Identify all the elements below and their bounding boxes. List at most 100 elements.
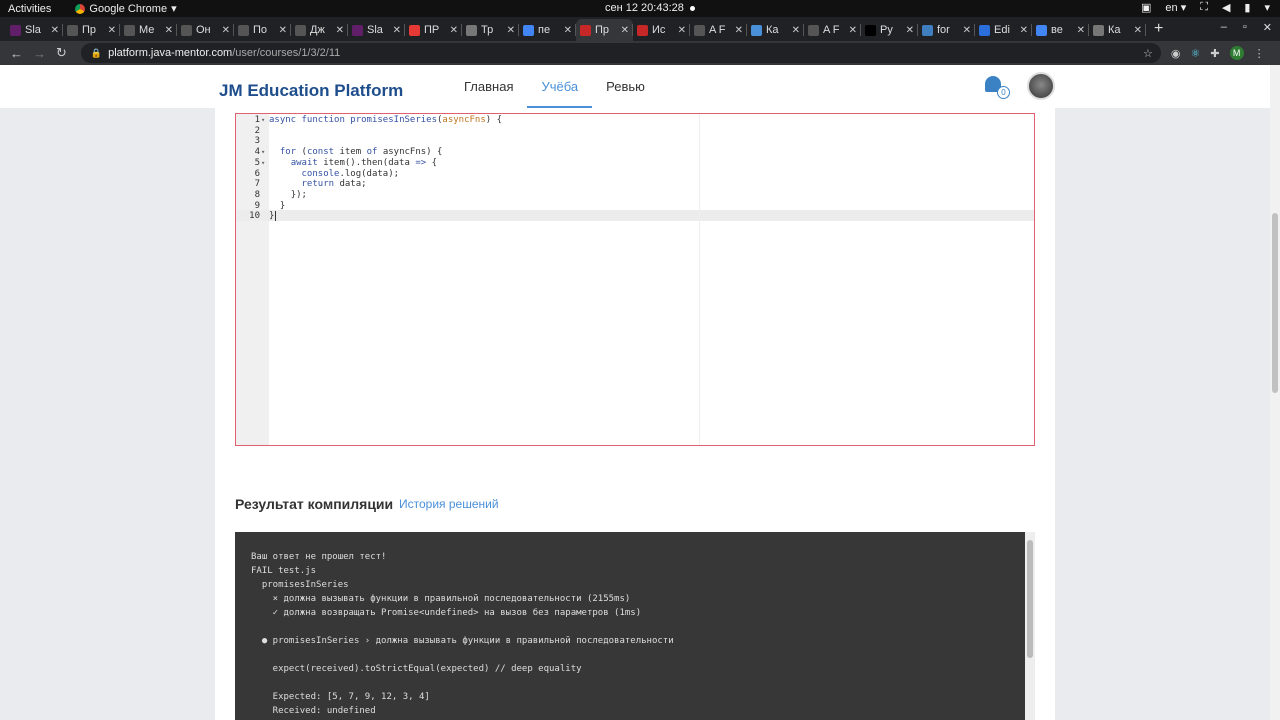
puzzle-extensions-icon[interactable]: ✚ <box>1210 47 1219 60</box>
code-token: async <box>269 115 297 125</box>
browser-tab[interactable]: Edi ✕ <box>975 19 1032 41</box>
reload-icon[interactable]: ↻ <box>56 45 67 61</box>
fold-toggle-icon[interactable]: ▾ <box>261 115 269 126</box>
volume-icon: ◀ <box>1221 2 1231 14</box>
editor-code[interactable]: 1 ▾ async function promisesInSeries(asyncF… <box>236 115 502 222</box>
browser-tab[interactable]: пе ✕ <box>519 19 576 41</box>
close-tab-icon[interactable]: ✕ <box>165 25 173 36</box>
browser-tab[interactable]: Тр ✕ <box>462 19 519 41</box>
language-selector[interactable]: en ▾ <box>1165 1 1186 14</box>
react-devtools-icon[interactable]: ⚛ <box>1191 47 1201 60</box>
fold-toggle-icon[interactable]: ▾ <box>261 158 269 169</box>
close-tab-icon[interactable]: ✕ <box>621 25 629 36</box>
clock[interactable]: сен 12 20:43:28 <box>605 2 695 14</box>
restore-icon[interactable]: ▫ <box>1243 21 1247 34</box>
tab-title: Ка <box>766 24 779 36</box>
close-tab-icon[interactable]: ✕ <box>906 25 914 36</box>
fold-toggle-icon[interactable]: ▾ <box>261 147 269 158</box>
site-logo[interactable]: JM Education Platform <box>219 81 403 101</box>
browser-tab[interactable]: Он ✕ <box>177 19 234 41</box>
tab-favicon-icon <box>466 24 477 36</box>
code-line: 3 <box>236 136 502 147</box>
code-editor[interactable]: 1 ▾ async function promisesInSeries(asyncF… <box>235 113 1035 446</box>
code-line: 7 return data; <box>236 179 502 190</box>
code-token: asyncFns) { <box>377 147 443 158</box>
drive-icon: ▣ <box>1141 2 1152 14</box>
browser-tab[interactable]: Дж ✕ <box>291 19 348 41</box>
notifications-button[interactable]: 0 <box>985 76 1010 99</box>
tab-favicon-icon <box>979 24 990 36</box>
system-tray[interactable]: ▣ en ▾ ⛶ ◀ ▮ ▾ <box>1141 1 1270 14</box>
main-nav: Главная Учёба Ревью <box>450 65 659 108</box>
browser-tab[interactable]: Ка ✕ <box>1089 19 1146 41</box>
close-tab-icon[interactable]: ✕ <box>1020 25 1028 36</box>
close-tab-icon[interactable]: ✕ <box>336 25 344 36</box>
close-tab-icon[interactable]: ✕ <box>1077 25 1085 36</box>
profile-avatar[interactable]: M <box>1229 46 1244 60</box>
browser-tab[interactable]: Ру ✕ <box>861 19 918 41</box>
browser-tab[interactable]: Ис ✕ <box>633 19 690 41</box>
browser-toolbar: ← → ↻ 🔒 platform.java-mentor.com /user/c… <box>0 41 1280 65</box>
activities-button[interactable]: Activities <box>8 3 51 15</box>
extension-icon[interactable]: ◉ <box>1171 47 1181 60</box>
close-tab-icon[interactable]: ✕ <box>222 25 230 36</box>
page-scrollbar[interactable] <box>1270 65 1280 720</box>
browser-tab[interactable]: Пр ✕ <box>63 19 120 41</box>
fold-toggle-icon <box>261 190 269 201</box>
browser-tab[interactable]: ПР ✕ <box>405 19 462 41</box>
browser-tab[interactable]: for ✕ <box>918 19 975 41</box>
code-token: await <box>290 157 318 168</box>
forward-icon[interactable]: → <box>33 46 46 61</box>
kebab-menu-icon[interactable]: ⋮ <box>1254 47 1265 60</box>
browser-tab[interactable]: A F ✕ <box>690 19 747 41</box>
browser-tab[interactable]: Sla ✕ <box>6 19 63 41</box>
app-menu[interactable]: Google Chrome ▾ <box>75 2 177 15</box>
close-tab-icon[interactable]: ✕ <box>678 25 686 36</box>
console-scrollbar[interactable] <box>1025 532 1035 720</box>
close-window-icon[interactable]: ✕ <box>1263 21 1272 34</box>
browser-tab[interactable]: Ме ✕ <box>120 19 177 41</box>
compile-output-console[interactable]: Ваш ответ не прошел тест! FAIL test.js pr… <box>235 532 1025 720</box>
code-token: item <box>334 147 367 158</box>
close-tab-icon[interactable]: ✕ <box>51 25 59 36</box>
close-tab-icon[interactable]: ✕ <box>108 25 116 36</box>
address-bar[interactable]: 🔒 platform.java-mentor.com /user/courses… <box>80 43 1161 63</box>
close-tab-icon[interactable]: ✕ <box>1134 25 1142 36</box>
close-tab-icon[interactable]: ✕ <box>564 25 572 36</box>
nav-item-review[interactable]: Ревью <box>592 65 659 108</box>
console-scroll-thumb[interactable] <box>1027 540 1033 658</box>
browser-tab[interactable]: По ✕ <box>234 19 291 41</box>
solution-history-link[interactable]: История решений <box>399 497 499 511</box>
minimize-icon[interactable]: – <box>1221 21 1227 34</box>
new-tab-button[interactable]: + <box>1154 20 1163 38</box>
back-icon[interactable]: ← <box>10 46 23 61</box>
close-tab-icon[interactable]: ✕ <box>792 25 800 36</box>
code-token: asyncFns <box>442 115 486 125</box>
close-tab-icon[interactable]: ✕ <box>849 25 857 36</box>
close-tab-icon[interactable]: ✕ <box>393 25 401 36</box>
browser-tab[interactable]: A F ✕ <box>804 19 861 41</box>
console-line: Expected: [5, 7, 9, 12, 3, 4] <box>251 692 430 702</box>
page-scroll-thumb[interactable] <box>1272 213 1278 393</box>
tab-title: Sla <box>367 24 383 36</box>
browser-tab[interactable]: Пр ✕ <box>576 19 633 41</box>
close-tab-icon[interactable]: ✕ <box>963 25 971 36</box>
close-tab-icon[interactable]: ✕ <box>735 25 743 36</box>
code-token: function <box>301 115 345 125</box>
power-menu-icon: ▾ <box>1264 2 1270 14</box>
close-tab-icon[interactable]: ✕ <box>279 25 287 36</box>
tab-title: Ру <box>880 24 893 36</box>
bookmark-star-icon[interactable]: ☆ <box>1143 47 1153 60</box>
close-tab-icon[interactable]: ✕ <box>507 25 515 36</box>
user-avatar[interactable] <box>1027 72 1055 100</box>
close-tab-icon[interactable]: ✕ <box>450 25 458 36</box>
browser-tab[interactable]: Sla ✕ <box>348 19 405 41</box>
result-title: Результат компиляции <box>235 496 394 512</box>
browser-tab[interactable]: ве ✕ <box>1032 19 1089 41</box>
browser-tab[interactable]: Ка ✕ <box>747 19 804 41</box>
tab-title: Edi <box>994 24 1010 36</box>
nav-item-home[interactable]: Главная <box>450 65 527 108</box>
nav-item-learning[interactable]: Учёба <box>527 65 593 108</box>
